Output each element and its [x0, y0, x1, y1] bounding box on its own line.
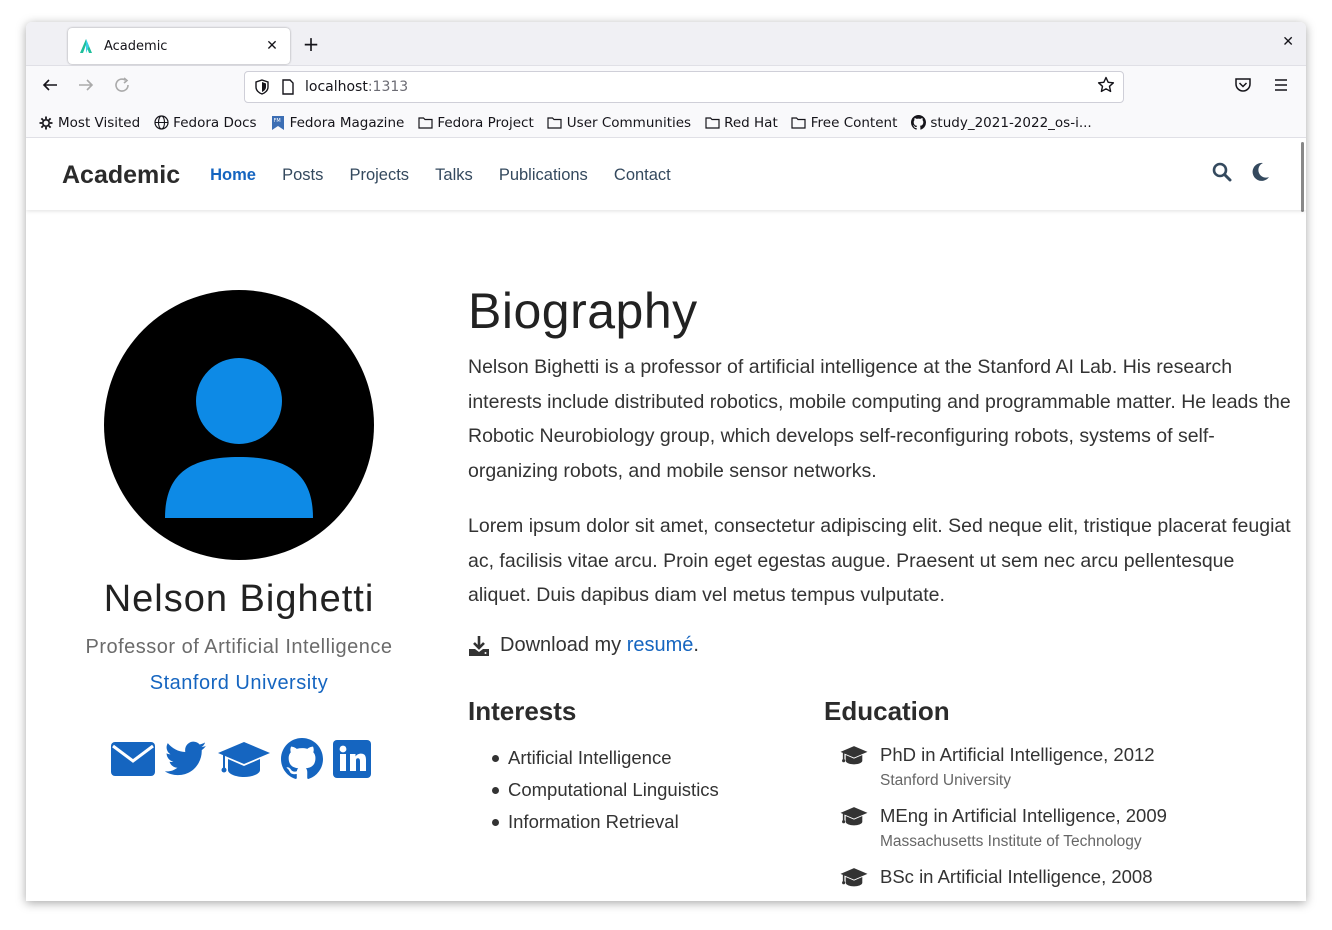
graduation-cap-icon	[840, 867, 870, 887]
bookmark-label: Fedora Project	[437, 114, 534, 131]
github-icon	[910, 115, 926, 131]
url-host: localhost	[305, 79, 368, 95]
page-icon[interactable]	[279, 78, 297, 96]
resume-download: Download my resumé.	[468, 634, 699, 657]
bookmark-red-hat[interactable]: Red Hat	[704, 115, 778, 131]
menu-publications[interactable]: Publications	[499, 166, 588, 184]
window-close-icon[interactable]: ✕	[1282, 34, 1294, 50]
biography-paragraph-2: Lorem ipsum dolor sit amet, consectetur …	[468, 515, 1291, 607]
twitter-icon[interactable]	[165, 741, 207, 777]
bookmark-free-content[interactable]: Free Content	[791, 114, 898, 131]
education-item: BSc in Artificial Intelligence, 2008	[840, 866, 1280, 894]
reload-button[interactable]	[110, 76, 134, 98]
menu-talks[interactable]: Talks	[435, 166, 473, 184]
search-icon[interactable]	[1212, 162, 1232, 186]
site-menu: Home Posts Projects Talks Publications C…	[210, 165, 692, 185]
resume-prefix: Download my	[500, 634, 627, 656]
forward-button[interactable]	[74, 76, 98, 98]
site-navbar: Academic Home Posts Projects Talks Publi…	[26, 140, 1306, 210]
graduation-cap-icon	[840, 806, 870, 826]
avatar	[104, 290, 374, 560]
tab-title: Academic	[104, 38, 168, 54]
list-item: Computational Linguistics	[490, 774, 719, 806]
new-tab-button[interactable]: +	[300, 34, 322, 56]
folder-icon	[547, 115, 563, 131]
fedora-magazine-icon: FM	[270, 115, 286, 131]
bookmark-label: Free Content	[810, 114, 898, 131]
back-button[interactable]	[38, 76, 62, 98]
download-icon	[468, 635, 490, 657]
pocket-icon[interactable]	[1234, 76, 1256, 98]
education-item: PhD in Artificial Intelligence, 2012 Sta…	[840, 744, 1280, 790]
resume-link[interactable]: resumé	[627, 634, 694, 657]
academic-favicon-icon	[78, 38, 94, 54]
shield-icon[interactable]	[253, 78, 271, 96]
url-bar[interactable]: localhost:1313	[244, 71, 1124, 103]
envelope-icon[interactable]	[111, 742, 155, 776]
education-degree: MEng in Artificial Intelligence, 2009	[880, 805, 1167, 826]
url-text[interactable]: localhost:1313	[305, 79, 1097, 95]
folder-icon	[704, 115, 720, 131]
globe-icon	[153, 115, 169, 131]
site-nav-icons	[1212, 162, 1270, 186]
bookmarks-toolbar: Most Visited Fedora Docs FM Fedora Magaz…	[26, 108, 1306, 138]
bookmark-label: study_2021-2022_os-i...	[930, 114, 1092, 131]
graduation-cap-icon	[840, 745, 870, 765]
social-links	[111, 738, 371, 780]
bookmark-label: User Communities	[566, 114, 692, 131]
bookmark-label: Fedora Magazine	[289, 114, 405, 131]
tab-strip: Academic ✕ + ✕	[26, 22, 1306, 66]
github-icon[interactable]	[281, 738, 323, 780]
svg-text:FM: FM	[273, 118, 280, 124]
resume-suffix: .	[693, 634, 699, 656]
bookmark-label: Red Hat	[724, 114, 778, 131]
menu-home[interactable]: Home	[210, 166, 256, 184]
person-avatar-icon	[165, 358, 313, 518]
education-institution: Stanford University	[880, 772, 1011, 789]
education-heading: Education	[824, 696, 950, 726]
linkedin-icon[interactable]	[333, 740, 371, 778]
graduation-cap-icon[interactable]	[217, 740, 271, 778]
navigation-toolbar: localhost:1313	[26, 66, 1306, 108]
bookmark-user-communities[interactable]: User Communities	[547, 115, 691, 131]
close-tab-icon[interactable]: ✕	[264, 38, 280, 54]
menu-posts[interactable]: Posts	[282, 166, 323, 184]
dark-mode-moon-icon[interactable]	[1252, 162, 1270, 186]
interests-heading: Interests	[468, 696, 577, 726]
bookmark-fedora-magazine[interactable]: FM Fedora Magazine	[270, 114, 405, 131]
list-item: Information Retrieval	[490, 806, 719, 838]
biography-paragraph-1: Nelson Bighetti is a professor of artifi…	[468, 356, 1291, 483]
gear-icon	[38, 115, 54, 131]
bookmark-fedora-project[interactable]: Fedora Project	[417, 114, 534, 131]
interests-list: Artificial Intelligence Computational Li…	[490, 742, 719, 838]
folder-icon	[417, 115, 433, 131]
bookmark-fedora-docs[interactable]: Fedora Docs	[153, 114, 257, 131]
url-port: :1313	[367, 79, 409, 95]
site-brand[interactable]: Academic	[62, 161, 180, 190]
education-item: MEng in Artificial Intelligence, 2009 Ma…	[840, 805, 1280, 851]
profile-organization[interactable]: Stanford University	[26, 672, 452, 695]
bookmark-label: Most Visited	[58, 114, 141, 131]
biography-heading: Biography	[468, 283, 698, 339]
list-item: Artificial Intelligence	[490, 742, 719, 774]
bookmark-star-icon[interactable]	[1097, 76, 1115, 99]
bookmark-label: Fedora Docs	[173, 114, 257, 131]
menu-projects[interactable]: Projects	[349, 166, 409, 184]
bookmark-most-visited[interactable]: Most Visited	[38, 115, 140, 131]
education-degree: PhD in Artificial Intelligence, 2012	[880, 744, 1155, 765]
hamburger-menu-icon[interactable]	[1272, 76, 1294, 98]
web-page: Academic Home Posts Projects Talks Publi…	[26, 140, 1306, 901]
browser-window: Academic ✕ + ✕ localhost:1313 Most Visit…	[26, 22, 1306, 901]
education-degree: BSc in Artificial Intelligence, 2008	[880, 866, 1153, 887]
menu-contact[interactable]: Contact	[614, 166, 671, 184]
profile-role: Professor of Artificial Intelligence	[85, 636, 393, 658]
tab-academic[interactable]: Academic ✕	[68, 28, 290, 64]
education-institution: Massachusetts Institute of Technology	[880, 833, 1142, 850]
folder-icon	[791, 115, 807, 131]
bookmark-study-repo[interactable]: study_2021-2022_os-i...	[910, 114, 1092, 131]
profile-name: Nelson Bighetti	[103, 578, 375, 620]
